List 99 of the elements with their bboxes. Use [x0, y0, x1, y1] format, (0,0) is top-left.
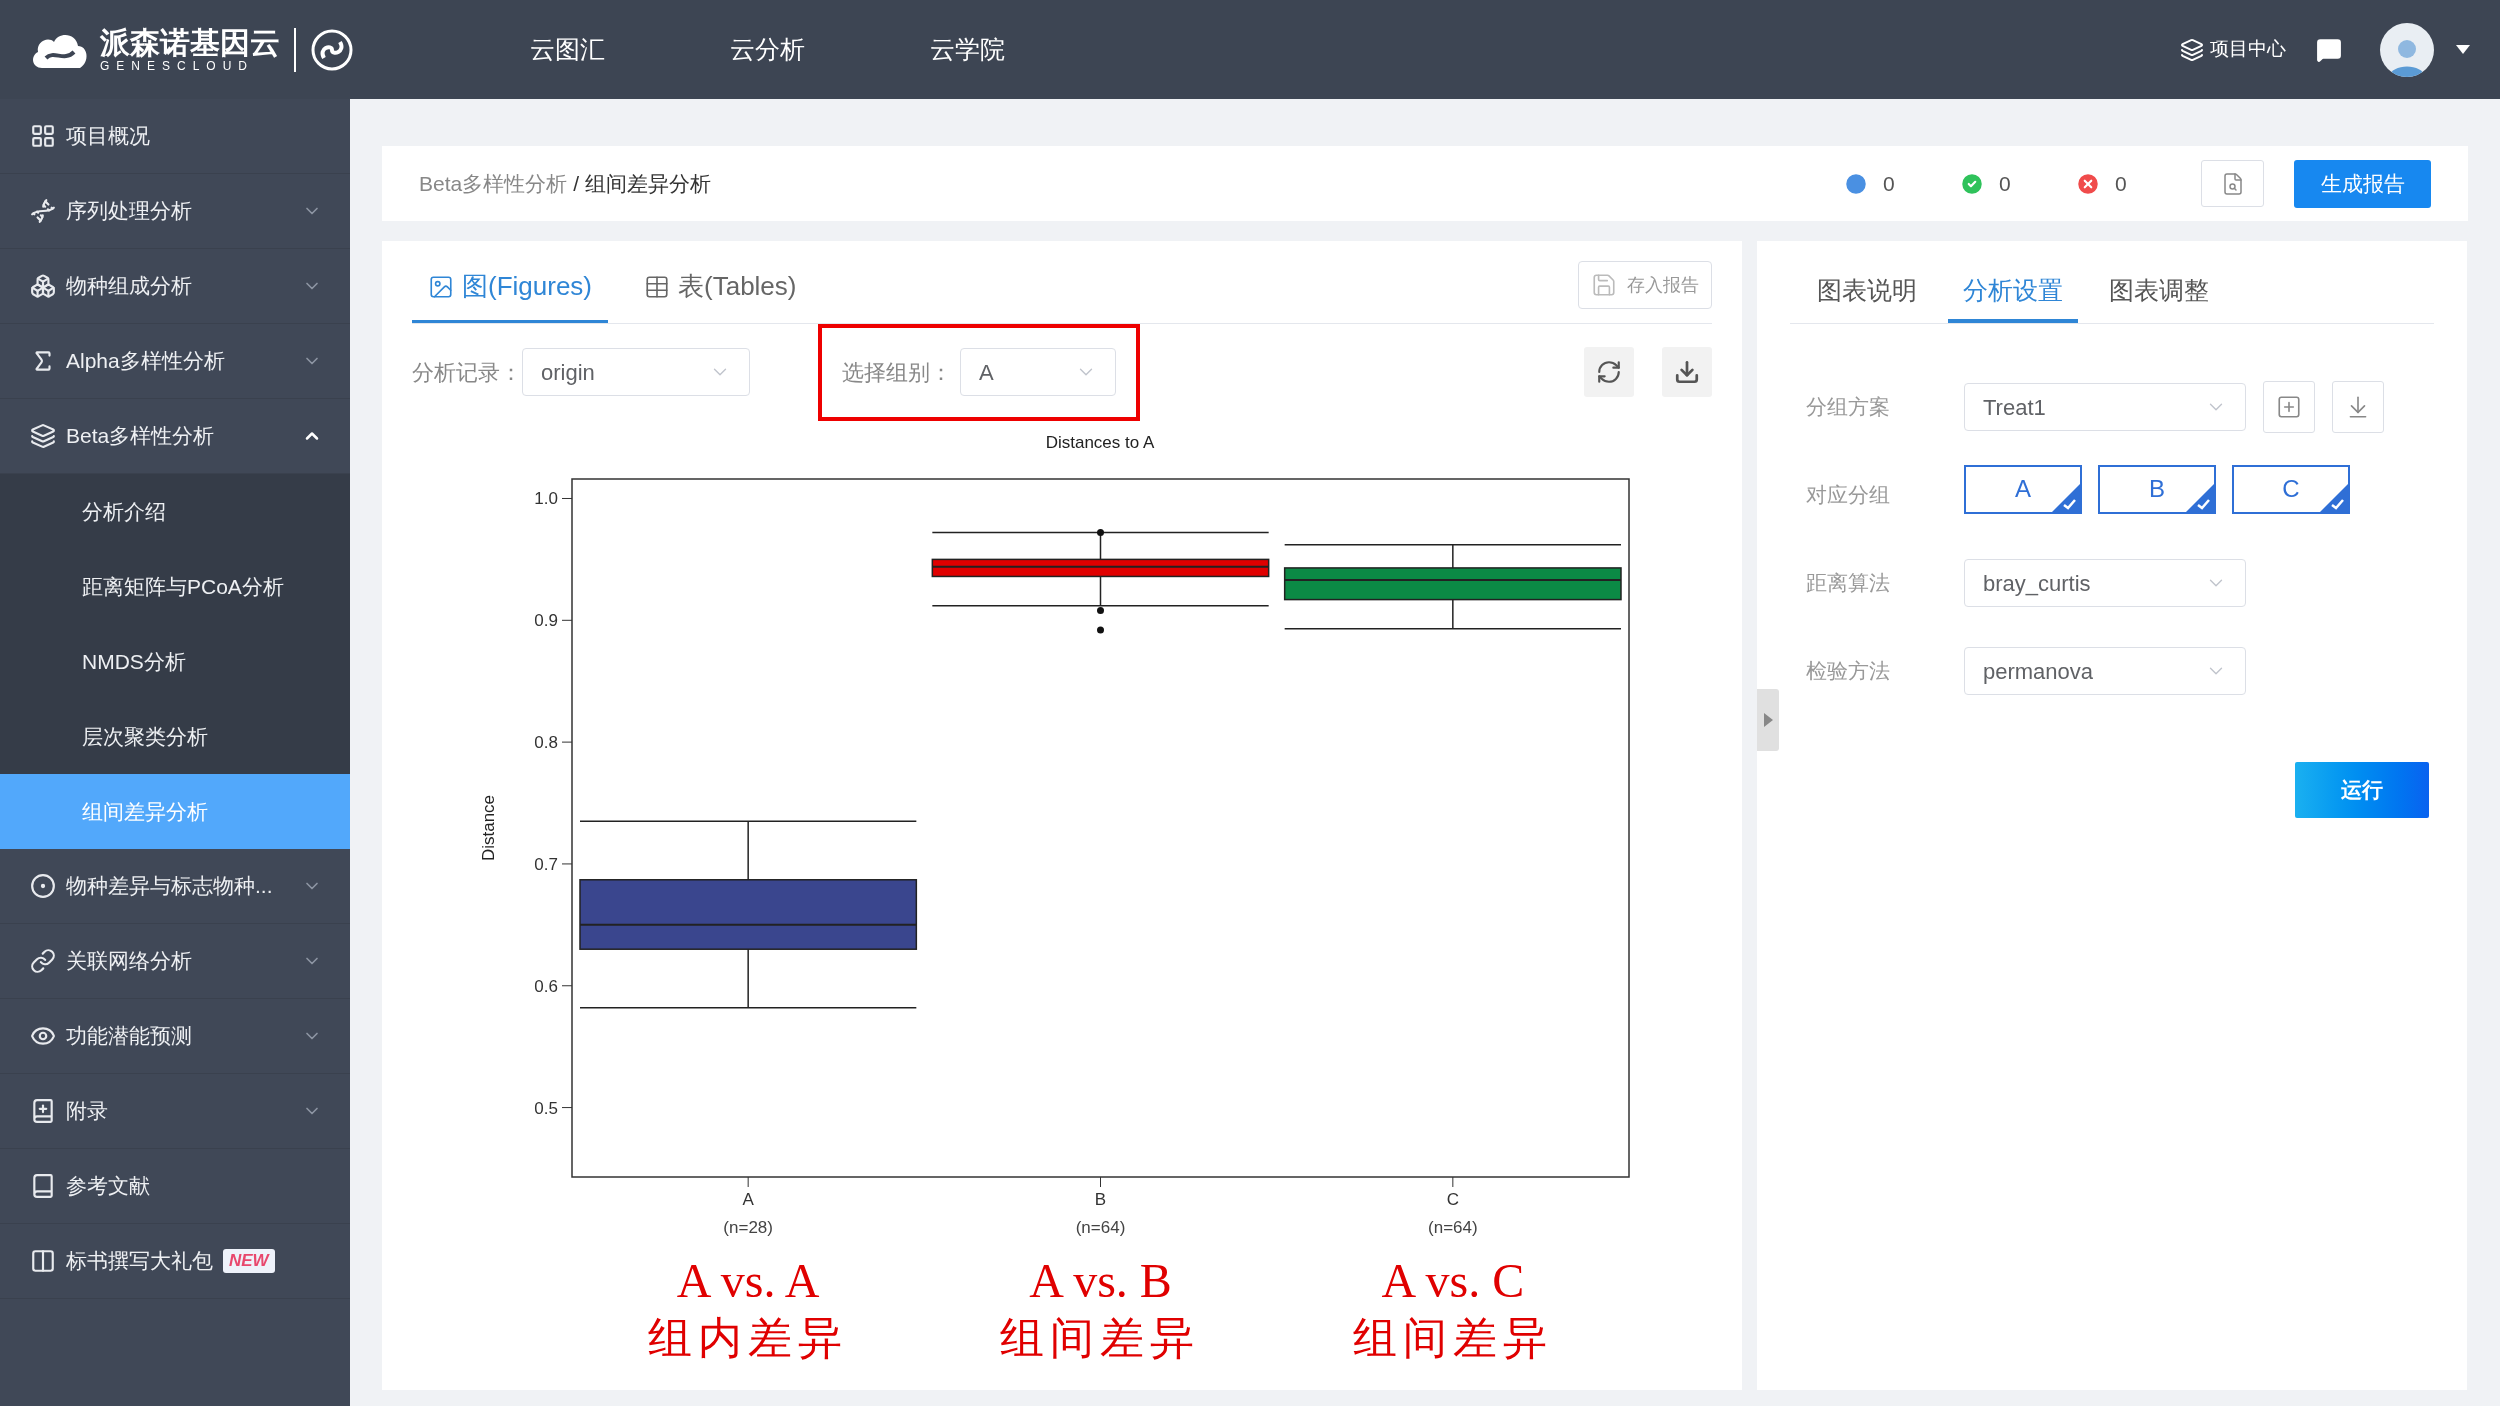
- nav-link[interactable]: 云学院: [930, 30, 1005, 69]
- y-axis-label: Distance: [479, 794, 498, 862]
- figure-tab[interactable]: 表(Tables): [628, 253, 813, 323]
- book-plus-icon: [30, 1098, 56, 1124]
- layers-icon[interactable]: [2180, 37, 2204, 62]
- plus-square-icon: [2276, 394, 2302, 420]
- sidebar-item[interactable]: 标书撰写大礼包 NEW: [0, 1224, 350, 1299]
- y-tick-label: 0.6: [534, 976, 558, 996]
- link-icon: [30, 948, 56, 974]
- user-avatar[interactable]: [2380, 22, 2434, 77]
- x-tick: [1452, 1176, 1454, 1188]
- y-tick: [561, 863, 573, 865]
- breadcrumb-parent-link[interactable]: Beta多样性分析: [419, 167, 568, 200]
- field-label: 检验方法: [1806, 658, 1891, 685]
- group-option[interactable]: C: [2232, 464, 2350, 514]
- x-tick: [747, 1176, 749, 1188]
- record-label: 分析记录：: [412, 358, 522, 387]
- add-button[interactable]: [2263, 381, 2315, 433]
- nav-link[interactable]: 云图汇: [530, 30, 605, 69]
- caret-icon[interactable]: [2456, 45, 2470, 54]
- table-icon: [644, 273, 670, 300]
- comparison-label: A vs. B: [1029, 1253, 1172, 1309]
- checked-corner-icon: [2186, 483, 2214, 512]
- message-icon[interactable]: [2316, 36, 2342, 63]
- comparison-note: 组间差异: [1000, 1313, 1201, 1365]
- y-tick: [561, 1107, 573, 1109]
- comparison-note: 组内差异: [648, 1313, 849, 1365]
- outlier-point: [1097, 529, 1104, 537]
- y-tick: [561, 741, 573, 743]
- x-tick-label: C: [1446, 1190, 1459, 1209]
- new-badge: NEW: [223, 1249, 275, 1273]
- grid-icon: [30, 123, 56, 149]
- dna-icon: [30, 198, 56, 224]
- columns-icon: [30, 1248, 56, 1274]
- comparison-label: A vs. C: [1381, 1253, 1525, 1309]
- sample-count-label: (n=64): [1075, 1218, 1126, 1237]
- submenu-item[interactable]: NMDS分析: [0, 624, 350, 699]
- layers-icon: [30, 423, 56, 449]
- checked-corner-icon: [2052, 483, 2080, 512]
- sample-count-label: (n=64): [1428, 1218, 1478, 1237]
- run-button[interactable]: 运行: [2295, 762, 2429, 818]
- select-field[interactable]: A: [960, 348, 1116, 396]
- checked-corner-icon: [2320, 483, 2348, 512]
- field-label: 分组方案: [1806, 394, 1891, 421]
- caret-right-icon: [1763, 713, 1773, 727]
- settings-tab[interactable]: 图表说明: [1802, 263, 1932, 323]
- generate-report-button[interactable]: 生成报告: [2294, 159, 2431, 208]
- comparison-note: 组间差异: [1352, 1313, 1553, 1365]
- y-tick: [561, 498, 573, 499]
- refresh-icon: [1596, 359, 1622, 385]
- y-tick-label: 1.0: [534, 489, 558, 509]
- submenu-item[interactable]: 层次聚类分析: [0, 699, 350, 774]
- select-field[interactable]: bray_curtis: [1964, 559, 2246, 607]
- status-count: 0: [1883, 170, 1895, 197]
- breadcrumb-current: 组间差异分析: [585, 170, 712, 197]
- field-label: 对应分组: [1806, 482, 1891, 509]
- submenu-item[interactable]: 距离矩阵与PCoA分析: [0, 549, 350, 624]
- settings-tab[interactable]: 图表调整: [2094, 263, 2224, 323]
- swirl-logo-icon: [310, 27, 354, 72]
- select-field[interactable]: permanova: [1964, 647, 2246, 695]
- group-option[interactable]: A: [1964, 464, 2082, 514]
- collapse-handle[interactable]: [1757, 689, 1779, 751]
- x-tick: [1100, 1176, 1101, 1188]
- outlier-point: [1097, 626, 1104, 634]
- refresh-button[interactable]: [1584, 347, 1634, 397]
- download-icon: [1674, 359, 1700, 385]
- save-icon: [1591, 272, 1617, 298]
- chart-title: Distances to A: [1045, 433, 1155, 452]
- y-tick-label: 0.5: [534, 1098, 558, 1118]
- nav-link[interactable]: 云分析: [730, 30, 805, 69]
- x-tick-label: B: [1094, 1190, 1107, 1209]
- image-icon: [428, 273, 454, 300]
- circle-dot-icon: [30, 873, 56, 899]
- brand-subtitle: GENESCLOUD: [100, 59, 256, 72]
- boxes-icon: [30, 273, 56, 299]
- y-tick: [561, 985, 573, 987]
- project-center-link[interactable]: 项目中心: [2210, 35, 2286, 64]
- submenu-item[interactable]: 分析介绍: [0, 474, 350, 549]
- breadcrumb-separator: /: [573, 170, 580, 197]
- settings-tab[interactable]: 分析设置: [1948, 263, 2078, 323]
- field-label: 距离算法: [1806, 570, 1891, 597]
- x-tick-label: A: [742, 1190, 754, 1209]
- book-icon: [30, 1173, 56, 1199]
- group-select-label: 选择组别：: [842, 358, 952, 387]
- select-field[interactable]: Treat1: [1964, 383, 2246, 431]
- sample-count-label: (n=28): [723, 1218, 773, 1237]
- status-count: 0: [1999, 170, 2011, 197]
- brand-name: 派森诺基因云: [100, 27, 280, 58]
- y-tick: [561, 619, 573, 621]
- comparison-label: A vs. A: [676, 1253, 820, 1309]
- group-option[interactable]: B: [2098, 464, 2216, 514]
- figure-tab[interactable]: 图(Figures): [412, 253, 608, 323]
- y-tick-label: 0.9: [534, 611, 558, 631]
- outlier-point: [1097, 607, 1104, 615]
- y-tick-label: 0.8: [534, 733, 558, 753]
- select-field[interactable]: origin: [522, 348, 750, 396]
- download-button[interactable]: [1662, 347, 1712, 397]
- y-tick-label: 0.7: [534, 854, 558, 874]
- status-count: 0: [2115, 170, 2127, 197]
